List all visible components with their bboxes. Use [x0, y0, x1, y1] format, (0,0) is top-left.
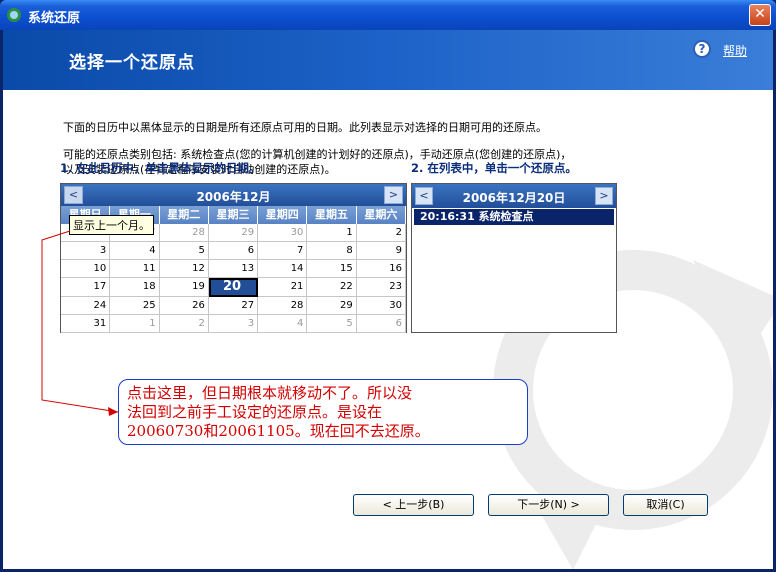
calendar-day[interactable]: 27 [208, 296, 259, 315]
calendar-day[interactable]: 18 [110, 278, 160, 297]
calendar-day[interactable]: 12 [159, 260, 209, 279]
list-date-label: 2006年12月20日 [462, 191, 566, 205]
calendar-day[interactable]: 5 [307, 314, 357, 333]
calendar-day[interactable]: 2 [356, 224, 406, 243]
system-restore-window: 系统还原 ✕ 选择一个还原点 ? 帮助 下面的日历中以黑体显示的日期是所有还原点… [0, 0, 776, 572]
calendar-day[interactable]: 21 [258, 278, 308, 297]
calendar-day[interactable]: 26 [159, 296, 209, 315]
calendar-day[interactable]: 9 [356, 242, 406, 261]
calendar-day[interactable]: 4 [110, 242, 160, 261]
calendar-day[interactable]: 11 [110, 260, 160, 279]
next-month-button[interactable]: > [384, 186, 403, 204]
calendar-day-grid: 2627282930123456789101112131415161718192… [61, 224, 406, 333]
calendar-day[interactable]: 24 [61, 296, 111, 315]
window-title: 系统还原 [28, 11, 81, 26]
calendar-day[interactable]: 20 [208, 278, 259, 297]
title-bar[interactable]: 系统还原 ✕ [0, 0, 776, 30]
help-link[interactable]: 帮助 [723, 42, 747, 59]
close-button[interactable]: ✕ [749, 4, 771, 26]
weekday-header: 星期五 [307, 206, 357, 224]
calendar-day[interactable]: 22 [307, 278, 357, 297]
list-header: < 2006年12月20日 > [412, 184, 616, 208]
weekday-header: 星期六 [356, 206, 406, 224]
calendar-day[interactable]: 19 [159, 278, 209, 297]
calendar-day[interactable]: 10 [61, 260, 111, 279]
next-day-button[interactable]: > [595, 187, 613, 205]
calendar-day[interactable]: 28 [258, 296, 308, 315]
calendar-day[interactable]: 6 [208, 242, 259, 261]
annotation-line-1: 点击这里，但日期根本就移动不了。所以没 [127, 384, 413, 402]
calendar-day[interactable]: 30 [356, 296, 406, 315]
calendar-day[interactable]: 29 [208, 224, 259, 243]
calendar-day[interactable]: 17 [61, 278, 111, 297]
restore-point-list: < 2006年12月20日 > 20:16:31 系统检查点 [411, 183, 617, 333]
calendar-day[interactable]: 4 [258, 314, 308, 333]
calendar-day[interactable]: 7 [258, 242, 308, 261]
weekday-header: 星期二 [159, 206, 209, 224]
calendar-day[interactable]: 23 [356, 278, 406, 297]
calendar: < 2006年12月 > 星期日星期一星期二星期三星期四星期五星期六 26272… [60, 183, 407, 333]
calendar-header: < 2006年12月 > [61, 184, 406, 206]
previous-month-tooltip: 显示上一个月。 [69, 215, 154, 235]
calendar-day[interactable]: 28 [159, 224, 209, 243]
calendar-day[interactable]: 2 [159, 314, 209, 333]
page-title: 选择一个还原点 [69, 53, 195, 73]
weekday-header: 星期四 [258, 206, 308, 224]
calendar-day[interactable]: 30 [258, 224, 308, 243]
annotation-line-3: 20060730和20061105。现在回不去还原。 [127, 422, 430, 440]
step1-label: 1. 在此日历中，单击黑体显示的日期。 [60, 161, 261, 175]
system-restore-icon [7, 8, 21, 22]
header-band: 选择一个还原点 ? 帮助 [3, 30, 773, 90]
calendar-day[interactable]: 29 [307, 296, 357, 315]
calendar-day[interactable]: 5 [159, 242, 209, 261]
weekday-header: 星期三 [208, 206, 259, 224]
calendar-day[interactable]: 15 [307, 260, 357, 279]
calendar-month-label: 2006年12月 [196, 190, 271, 204]
calendar-day[interactable]: 1 [307, 224, 357, 243]
annotation-line-2: 法回到之前手工设定的还原点。是设在 [127, 403, 383, 421]
help-icon[interactable]: ? [693, 40, 711, 58]
calendar-day[interactable]: 1 [110, 314, 160, 333]
calendar-day[interactable]: 13 [208, 260, 259, 279]
calendar-day[interactable]: 6 [356, 314, 406, 333]
calendar-day[interactable]: 16 [356, 260, 406, 279]
restore-point-item[interactable]: 20:16:31 系统检查点 [414, 209, 614, 225]
calendar-day[interactable]: 3 [208, 314, 259, 333]
step2-label: 2. 在列表中，单击一个还原点。 [411, 161, 577, 175]
intro-paragraph-1: 下面的日历中以黑体显示的日期是所有还原点可用的日期。此列表显示对选择的日期可用的… [63, 121, 547, 134]
calendar-day[interactable]: 14 [258, 260, 308, 279]
back-button[interactable]: < 上一步(B) [353, 494, 474, 516]
annotation-callout: 点击这里，但日期根本就移动不了。所以没 法回到之前手工设定的还原点。是设在 20… [118, 379, 528, 445]
next-button[interactable]: 下一步(N) > [488, 494, 609, 516]
cancel-button[interactable]: 取消(C) [623, 494, 708, 516]
calendar-day[interactable]: 25 [110, 296, 160, 315]
calendar-day[interactable]: 8 [307, 242, 357, 261]
calendar-day[interactable]: 31 [61, 314, 111, 333]
calendar-day[interactable]: 3 [61, 242, 111, 261]
